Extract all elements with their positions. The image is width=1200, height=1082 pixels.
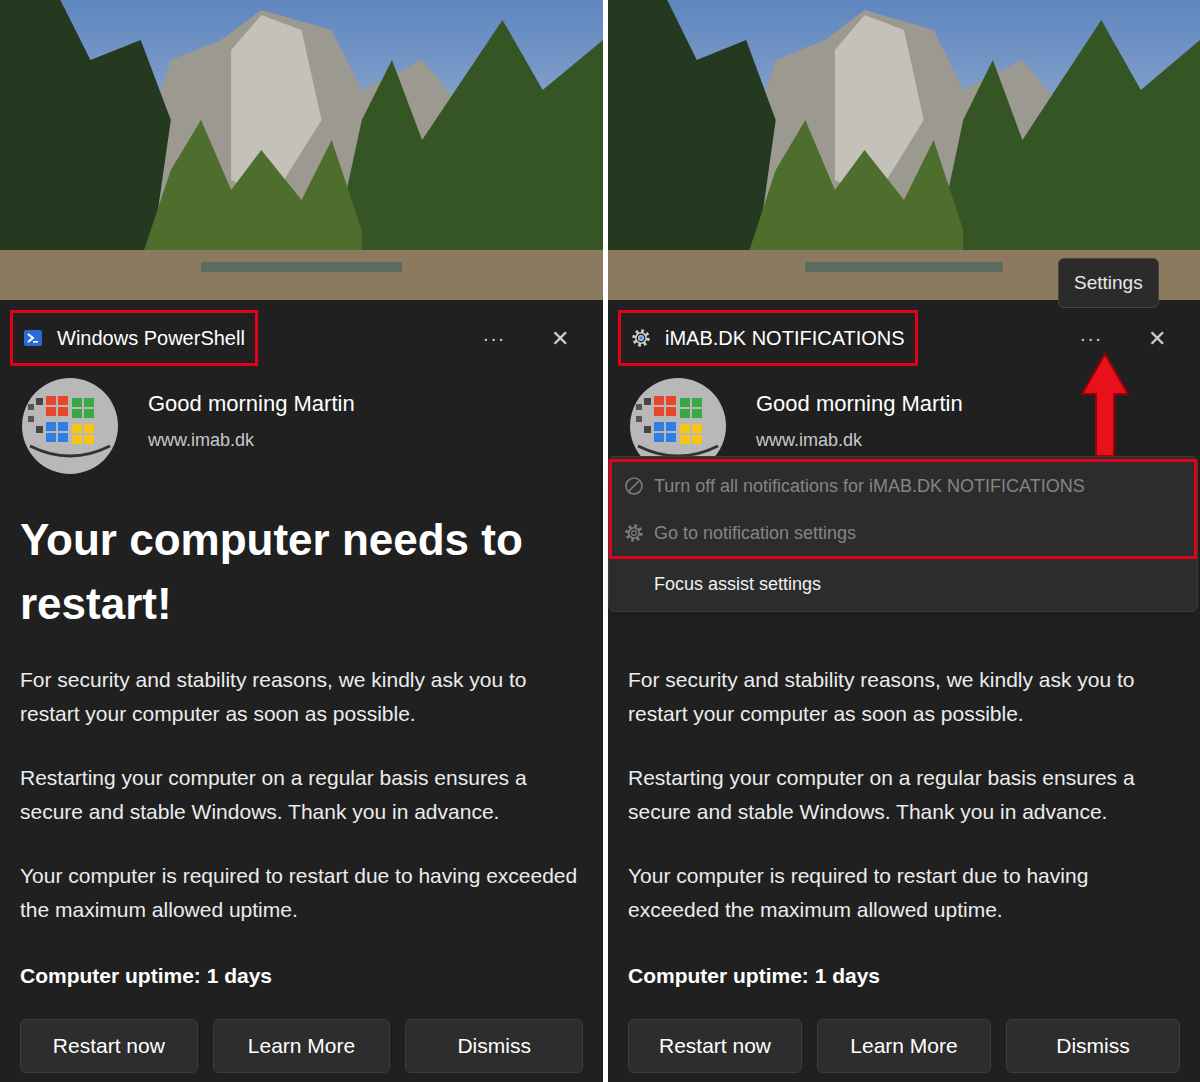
more-button[interactable]: ··· [1076,323,1106,353]
gear-icon [624,523,644,543]
body-paragraph: Restarting your computer on a regular ba… [20,761,583,829]
menu-item-label: Focus assist settings [654,572,821,596]
app-label: iMAB.DK NOTIFICATIONS [618,310,918,366]
sender-text: Good morning Martin www.imab.dk [756,376,963,452]
body-paragraph: Your computer is required to restart due… [20,859,583,927]
button-row: Restart now Learn More Dismiss [0,1019,603,1073]
button-row: Restart now Learn More Dismiss [608,1019,1200,1073]
notification-panel: Windows PowerShell ··· ✕ Good morning Marti… [0,0,603,1082]
site-link: www.imab.dk [148,428,355,452]
settings-tooltip: Settings [1058,258,1159,308]
app-label: Windows PowerShell [10,310,258,366]
menu-item[interactable]: Focus assist settings [609,559,1197,609]
sender-name: Good morning Martin [148,390,355,418]
menu-item-label: Go to notification settings [654,521,856,545]
sender-name: Good morning Martin [756,390,963,418]
body-paragraph: Your computer is required to restart due… [628,859,1180,927]
block-icon [624,476,644,496]
action-button[interactable]: Learn More [817,1019,991,1073]
body-paragraph: For security and stability reasons, we k… [628,663,1180,731]
hero-photo [608,0,1200,300]
sender-row: Good morning Martin www.imab.dk [0,376,603,476]
app-name: iMAB.DK NOTIFICATIONS [665,325,905,351]
action-button[interactable]: Dismiss [405,1019,583,1073]
action-button[interactable]: Learn More [213,1019,391,1073]
more-button[interactable]: ··· [479,323,509,353]
body-paragraph: Restarting your computer on a regular ba… [628,761,1180,829]
action-button[interactable]: Restart now [20,1019,198,1073]
notification-panel: iMAB.DK NOTIFICATIONS ··· ✕ Good morning Ma… [608,0,1200,1082]
site-link: www.imab.dk [756,428,963,452]
windows-logo-icon [20,376,120,476]
menu-item[interactable]: Go to notification settings [609,509,1197,559]
uptime-label: Computer uptime: 1 days [0,959,603,993]
action-button[interactable]: Restart now [628,1019,802,1073]
action-button[interactable]: Dismiss [1006,1019,1180,1073]
uptime-label: Computer uptime: 1 days [608,959,1200,993]
app-name: Windows PowerShell [57,325,245,351]
notification-body: For security and stability reasons, we k… [608,663,1200,927]
notification-body: For security and stability reasons, we k… [0,663,603,927]
context-menu: Turn off all notifications for iMAB.DK N… [608,456,1198,612]
sender-text: Good morning Martin www.imab.dk [148,376,355,452]
hero-photo [0,0,603,300]
notification-heading: Your computer needs to restart! [0,508,603,636]
blank-icon [624,574,644,594]
body-paragraph: For security and stability reasons, we k… [20,663,583,731]
close-button[interactable]: ✕ [545,322,575,355]
gear-icon [631,328,651,348]
close-button[interactable]: ✕ [1142,322,1172,355]
red-arrow-icon [1080,352,1130,458]
menu-item-label: Turn off all notifications for iMAB.DK N… [654,474,1085,498]
menu-item[interactable]: Turn off all notifications for iMAB.DK N… [609,459,1197,509]
notification-header: Windows PowerShell ··· ✕ [0,300,603,376]
powershell-icon [23,328,43,348]
